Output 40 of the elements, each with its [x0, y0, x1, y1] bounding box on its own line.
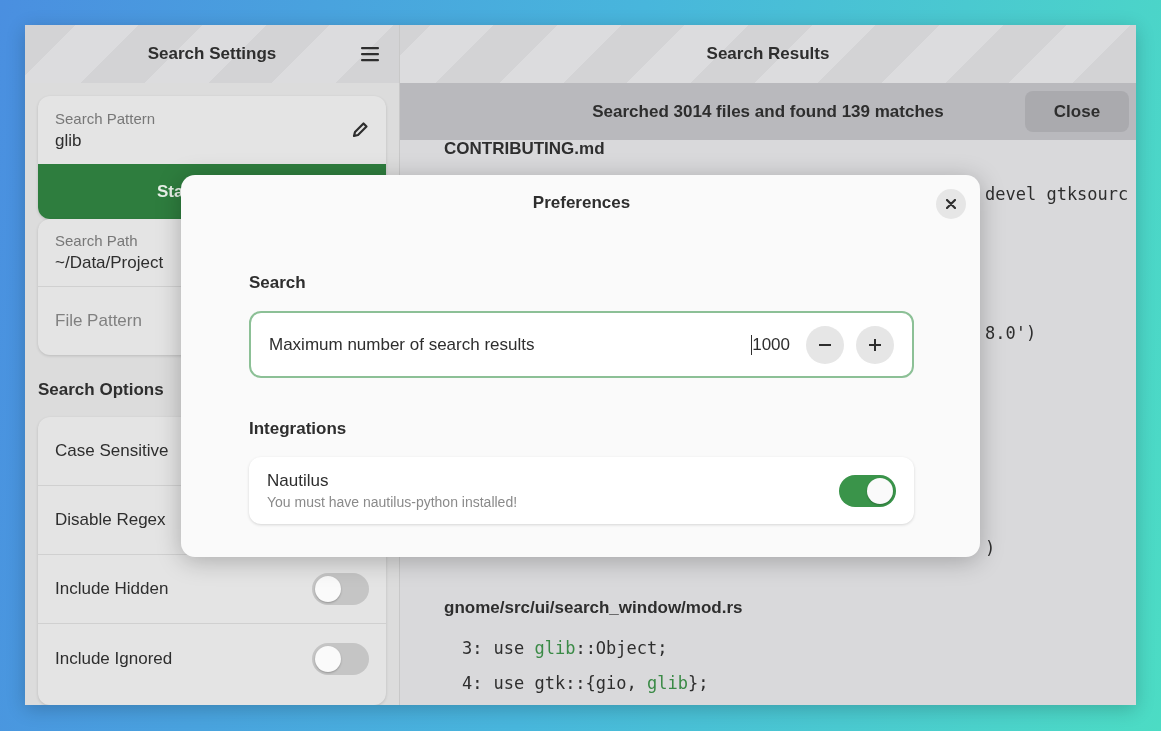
option-label: Include Ignored — [55, 648, 173, 669]
code-line: use glib::Object; — [493, 637, 668, 660]
option-label: Case Sensitive — [55, 441, 169, 461]
increase-button[interactable] — [856, 325, 894, 364]
row-label: Maximum number of search results — [269, 334, 536, 355]
row-subtitle: You must have nautilus-python installed! — [267, 494, 518, 510]
status-text: Searched 3014 files and found 139 matches — [592, 101, 944, 122]
pane-title: Search Settings — [147, 44, 277, 64]
file-name: CONTRIBUTING.md — [443, 138, 605, 160]
close-icon — [946, 199, 956, 209]
plus-icon — [869, 338, 881, 351]
menu-icon[interactable] — [361, 46, 379, 62]
code-line: 8.0') — [985, 322, 1037, 345]
field-value: glib — [55, 130, 83, 151]
search-pattern-field[interactable]: Search Pattern glib — [38, 96, 386, 164]
code-line: use gtk::{gio, glib}; — [493, 672, 709, 695]
line-number: 3: — [462, 637, 483, 660]
row-title: Nautilus — [267, 471, 330, 491]
close-button[interactable] — [936, 189, 966, 219]
toggle-switch[interactable] — [312, 642, 369, 675]
toggle-switch[interactable] — [839, 474, 896, 507]
section-heading: Search Options — [38, 379, 165, 401]
field-value: ~/Data/Project — [55, 253, 164, 273]
file-name: gnome/src/ui/search_window/mod.rs — [443, 597, 743, 619]
field-label: Search Pattern — [55, 109, 156, 127]
pane-title: Search Results — [706, 44, 830, 64]
minus-icon — [819, 343, 831, 346]
close-button[interactable]: Close — [1025, 91, 1129, 132]
section-heading: Integrations — [249, 418, 348, 440]
number-input[interactable]: 1000 — [751, 334, 790, 355]
toggle-switch[interactable] — [312, 573, 369, 605]
option-label: Include Hidden — [55, 579, 169, 599]
line-number: 4: — [462, 672, 483, 695]
pencil-icon[interactable] — [351, 121, 369, 139]
dialog-title: Preferences — [532, 193, 631, 213]
code-line: ) — [985, 537, 996, 560]
section-heading: Search — [249, 272, 307, 294]
option-label: Disable Regex — [55, 510, 166, 530]
field-label: Search Path — [55, 232, 139, 249]
code-line: devel gtksourc — [985, 183, 1129, 206]
